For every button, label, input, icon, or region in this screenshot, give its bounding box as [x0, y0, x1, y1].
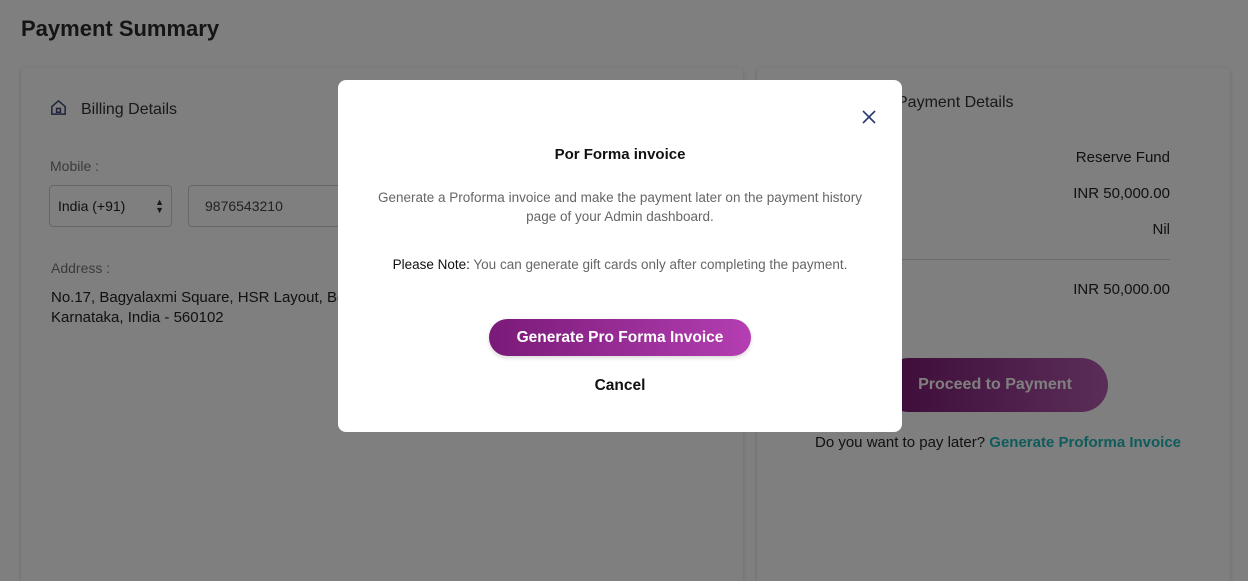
modal-description: Generate a Proforma invoice and make the…: [378, 190, 863, 224]
note-label: Please Note:: [392, 257, 470, 272]
generate-pro-forma-button[interactable]: Generate Pro Forma Invoice: [489, 319, 751, 356]
note-text: You can generate gift cards only after c…: [473, 257, 848, 272]
modal-title: Por Forma invoice: [554, 146, 686, 163]
cancel-button[interactable]: Cancel: [338, 377, 902, 395]
close-icon[interactable]: [860, 108, 878, 126]
proforma-modal: Por Forma invoice Generate a Proforma in…: [338, 80, 902, 432]
modal-note: Please Note: You can generate gift cards…: [338, 257, 902, 272]
